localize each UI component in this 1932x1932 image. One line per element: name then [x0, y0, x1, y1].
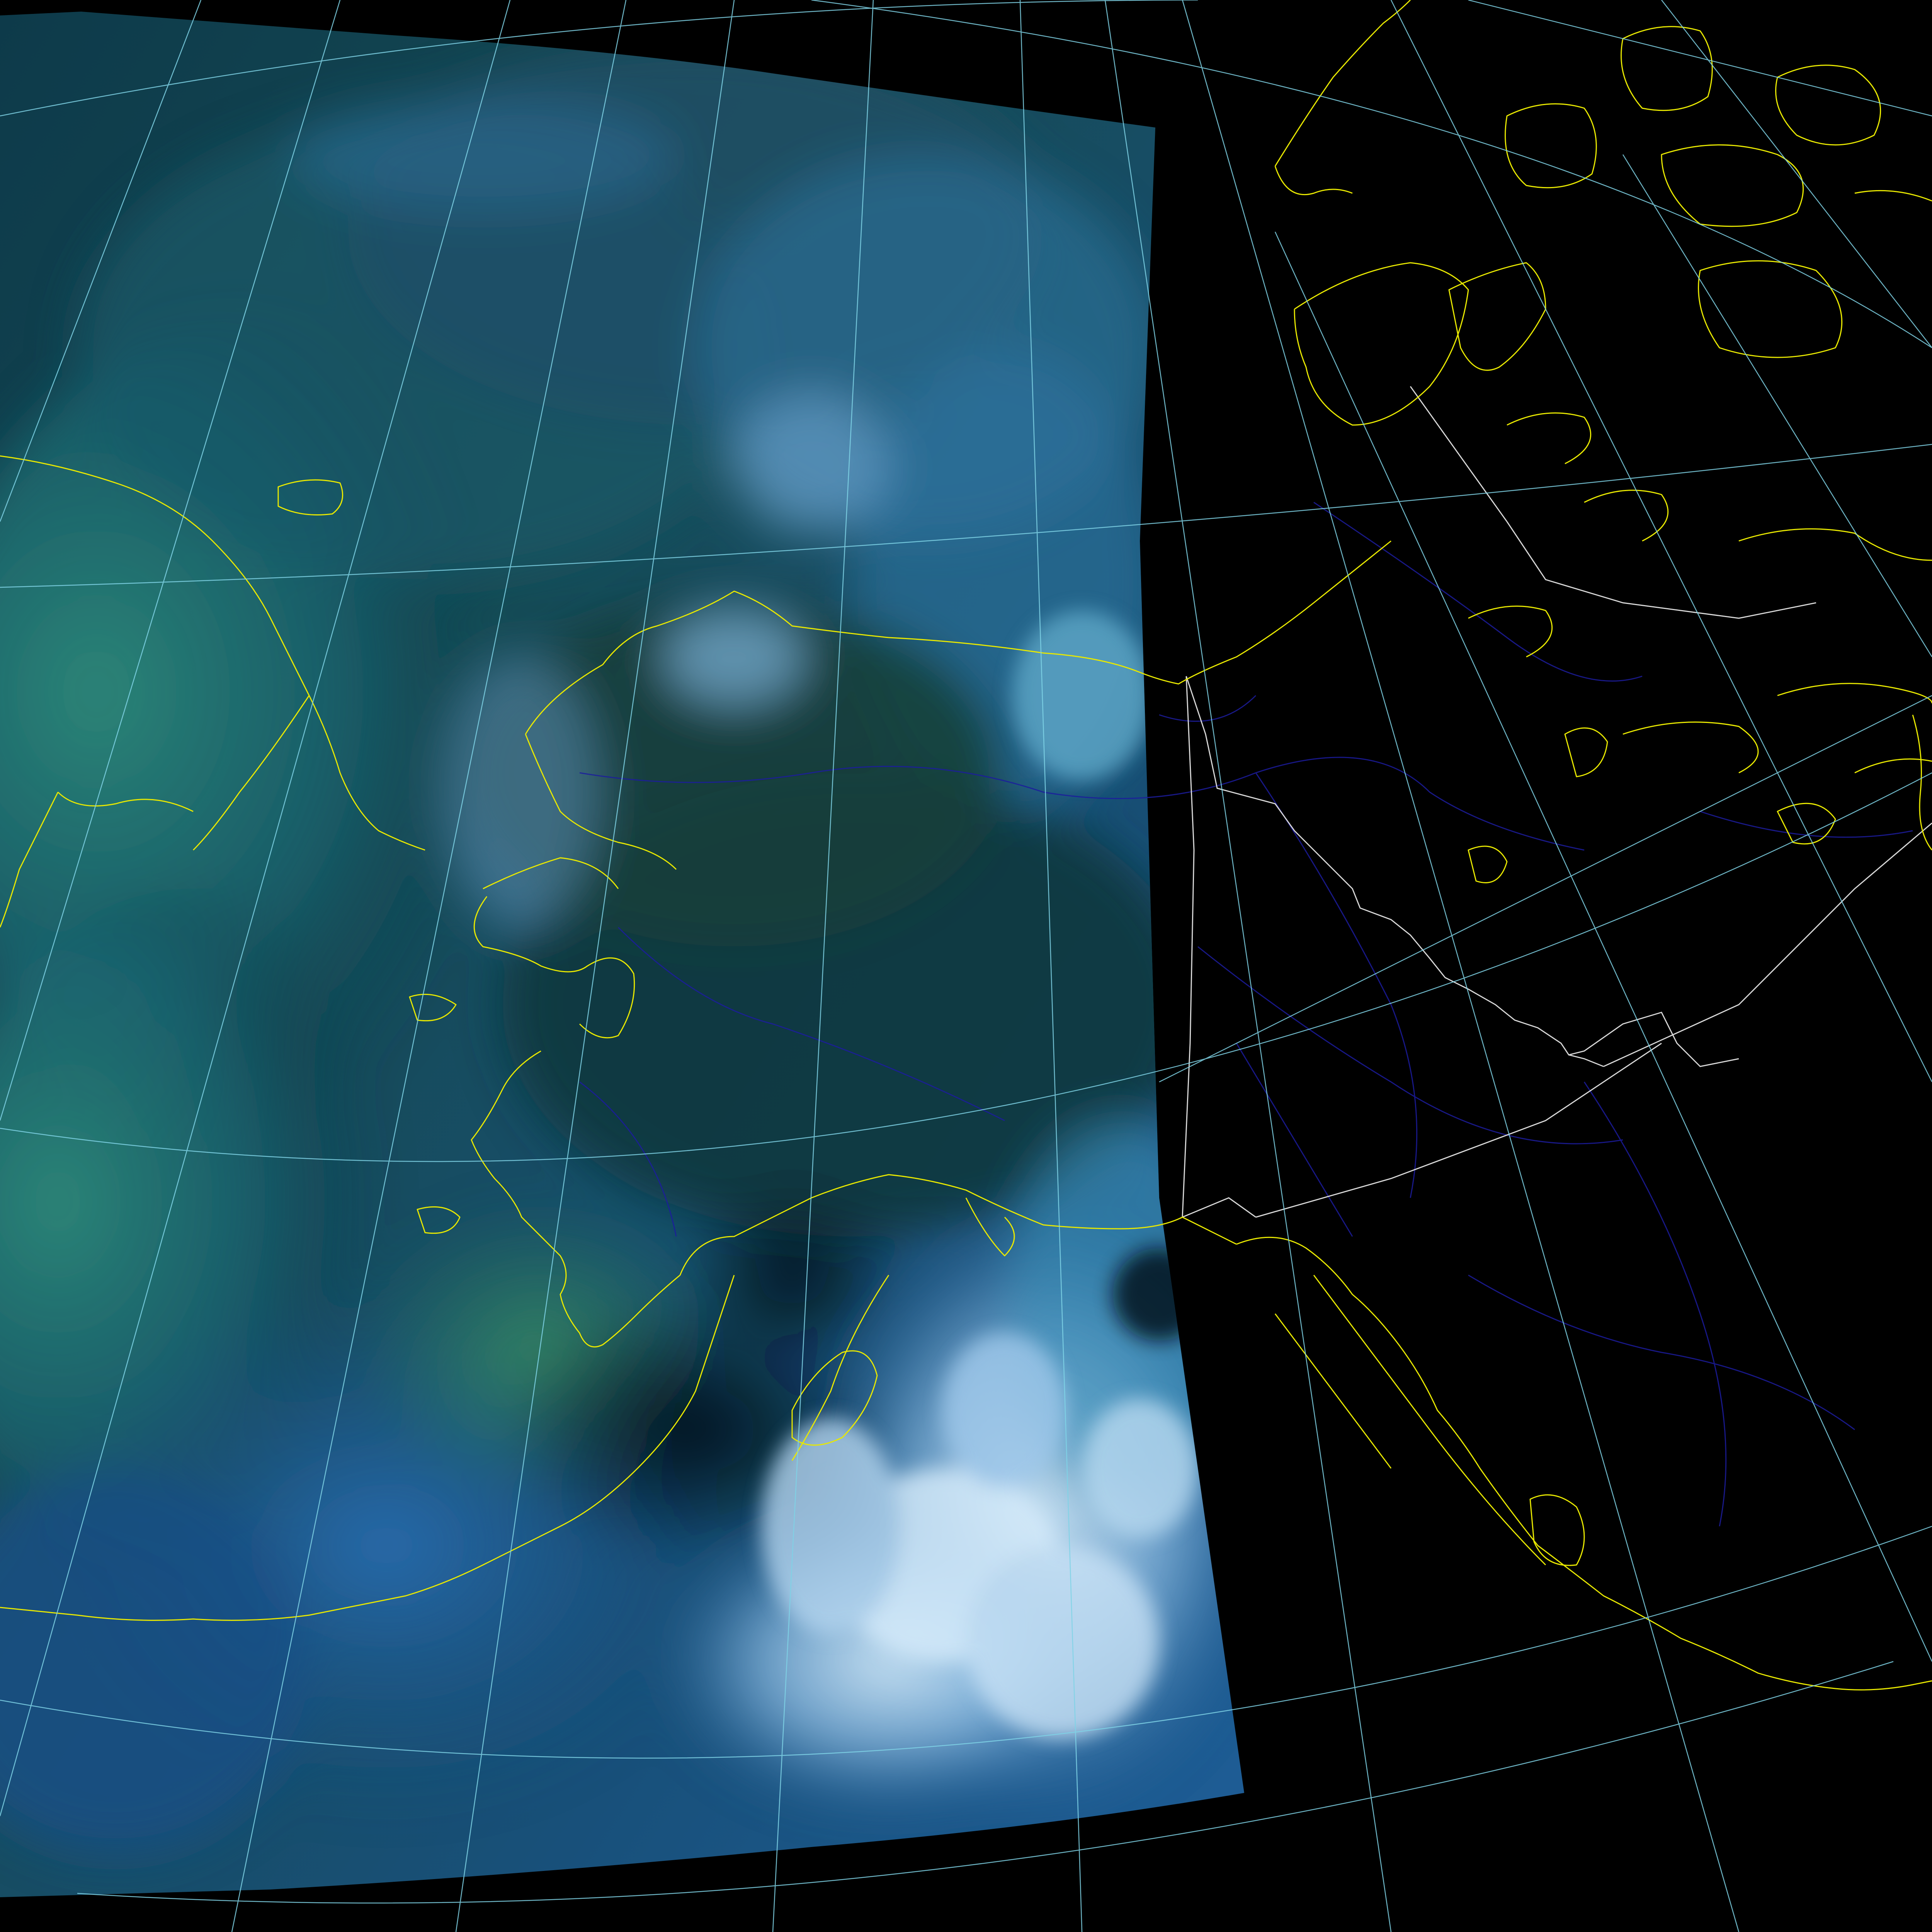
meridian-line — [1182, 0, 1740, 1932]
meridian-line — [1274, 231, 1932, 1662]
map-figure — [0, 0, 1932, 1932]
satellite-swath — [0, 12, 1244, 1897]
bc-coast — [1236, 1236, 1932, 1690]
arctic-islands — [1274, 0, 1932, 426]
island-coast — [1529, 1494, 1585, 1566]
meridian-line — [1622, 154, 1932, 657]
meridian-line — [1159, 695, 1932, 1083]
meridian-line — [1661, 0, 1932, 348]
meridian-line — [1468, 0, 1932, 117]
map-canvas — [0, 0, 1932, 1932]
